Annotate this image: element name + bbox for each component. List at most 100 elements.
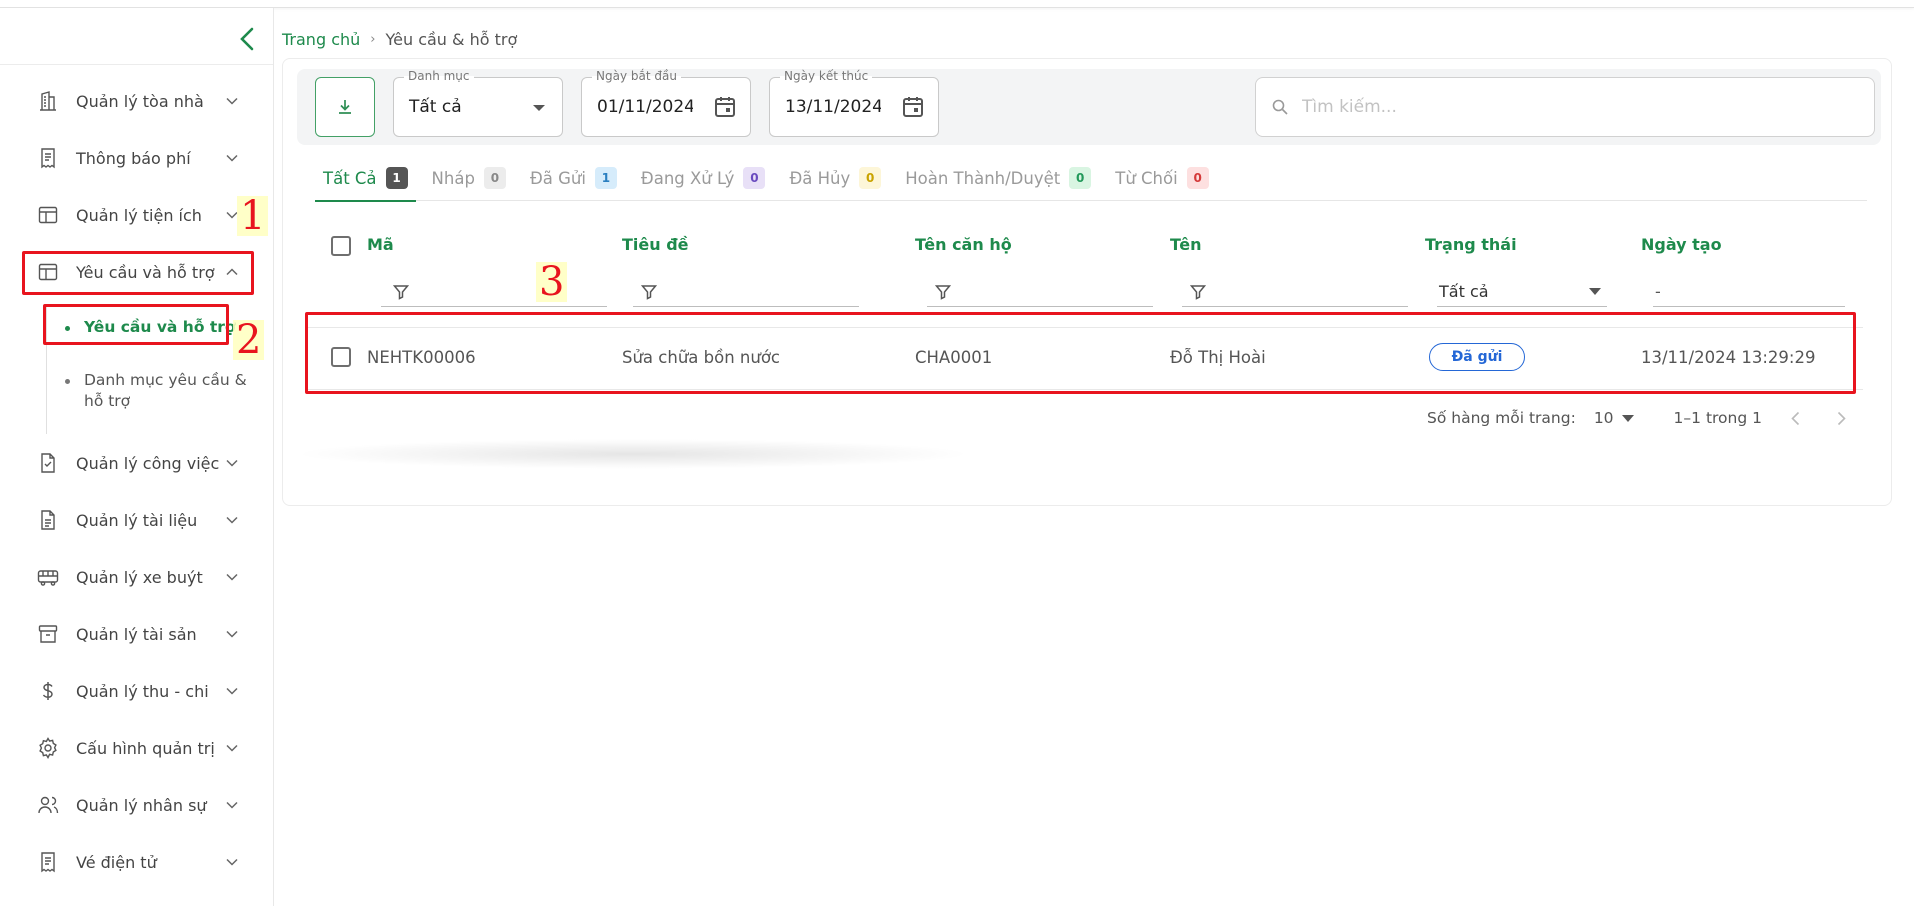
created-date-filter[interactable]: -	[1653, 277, 1845, 307]
column-header-apartment[interactable]: Tên căn hộ	[915, 235, 1012, 254]
collapse-sidebar-button[interactable]	[232, 22, 262, 56]
table-row[interactable]: NEHTK00006 Sửa chữa bồn nước CHA0001 Đỗ …	[307, 329, 1863, 387]
tab-sent[interactable]: Đã Gửi 1	[522, 155, 625, 201]
column-header-status[interactable]: Trạng thái	[1425, 235, 1517, 254]
column-header-created[interactable]: Ngày tạo	[1641, 235, 1722, 254]
sidebar-item-label: Yêu cầu và hỗ trợ	[76, 262, 215, 282]
submenu-item-requests-support[interactable]: Yêu cầu và hỗ trợ	[47, 317, 257, 338]
chevron-down-icon	[222, 624, 242, 644]
sidebar-item-tasks[interactable]: Quản lý công việc	[22, 440, 254, 486]
tab-label: Nháp	[431, 168, 475, 188]
chevron-down-icon	[222, 148, 242, 168]
dollar-icon	[36, 679, 60, 703]
tab-all[interactable]: Tất Cả 1	[315, 155, 416, 202]
end-date-field[interactable]: Ngày kết thúc 13/11/2024	[769, 69, 939, 137]
chevron-left-icon	[240, 27, 254, 51]
sidebar-item-admin-config[interactable]: Cấu hình quản trị	[22, 725, 254, 771]
gear-icon	[36, 736, 60, 760]
calendar-icon[interactable]	[714, 95, 736, 119]
sidebar-item-income-expense[interactable]: Quản lý thu - chi	[22, 668, 254, 714]
sidebar-item-fee-notice[interactable]: Thông báo phí	[22, 135, 254, 181]
cell-name: Đỗ Thị Hoài	[1170, 348, 1266, 367]
sidebar-divider	[0, 64, 273, 65]
rows-per-page-select[interactable]: 10	[1594, 409, 1634, 427]
end-date-value: 13/11/2024	[785, 97, 881, 117]
tab-count-badge: 0	[1186, 167, 1209, 189]
chevron-up-icon	[222, 262, 242, 282]
sidebar-item-documents[interactable]: Quản lý tài liệu	[22, 497, 254, 543]
sidebar: Quản lý tòa nhà Thông báo phí Quản lý ti…	[0, 8, 274, 906]
submenu-item-request-categories[interactable]: Danh mục yêu cầu & hỗ trợ	[47, 370, 257, 412]
users-icon	[36, 793, 60, 817]
filter-icon	[935, 284, 951, 300]
tab-label: Tất Cả	[323, 168, 377, 188]
sidebar-item-label: Cấu hình quản trị	[76, 738, 215, 758]
chevron-down-icon	[222, 852, 242, 872]
status-filter-value: Tất cả	[1439, 282, 1489, 301]
tab-label: Từ Chối	[1115, 168, 1178, 188]
sidebar-item-label: Quản lý thu - chi	[76, 681, 209, 701]
building-icon	[36, 89, 60, 113]
title-filter[interactable]	[633, 277, 859, 307]
tab-cancelled[interactable]: Đã Hủy 0	[781, 155, 889, 201]
status-filter-select[interactable]: Tất cả	[1437, 277, 1607, 307]
submenu-item-label: Yêu cầu và hỗ trợ	[84, 318, 236, 336]
start-date-field[interactable]: Ngày bắt đầu 01/11/2024	[581, 69, 751, 137]
created-date-filter-value: -	[1655, 282, 1661, 301]
column-header-code[interactable]: Mã	[367, 235, 394, 254]
category-select[interactable]: Danh mục Tất cả	[393, 69, 563, 137]
column-header-name[interactable]: Tên	[1170, 235, 1202, 254]
start-date-label: Ngày bắt đầu	[592, 69, 681, 83]
prev-page-button[interactable]	[1780, 403, 1810, 433]
chevron-down-icon	[222, 567, 242, 587]
tab-count-badge: 0	[1069, 167, 1092, 189]
download-button[interactable]	[315, 77, 375, 137]
select-all-checkbox[interactable]	[331, 236, 351, 256]
sidebar-item-label: Quản lý tài liệu	[76, 510, 198, 530]
search-box	[1255, 77, 1875, 137]
breadcrumb-current: Yêu cầu & hỗ trợ	[385, 30, 518, 49]
pagination: Số hàng mỗi trang: 10 1–1 trong 1	[1427, 403, 1856, 433]
tab-rejected[interactable]: Từ Chối 0	[1107, 155, 1216, 201]
rows-per-page-label: Số hàng mỗi trang:	[1427, 409, 1576, 427]
cell-title: Sửa chữa bồn nước	[622, 348, 780, 367]
apartment-filter[interactable]	[927, 277, 1153, 307]
cell-created: 13/11/2024 13:29:29	[1641, 348, 1816, 367]
sidebar-item-label: Quản lý tài sản	[76, 624, 197, 644]
chevron-left-icon	[1790, 411, 1799, 425]
sidebar-item-assets[interactable]: Quản lý tài sản	[22, 611, 254, 657]
tab-label: Đã Gửi	[529, 168, 586, 188]
sidebar-item-requests-support[interactable]: Yêu cầu và hỗ trợ	[22, 249, 254, 295]
chevron-down-icon	[222, 91, 242, 111]
tab-count-badge: 1	[594, 167, 617, 189]
row-checkbox[interactable]	[331, 347, 351, 367]
search-input[interactable]	[1302, 97, 1842, 117]
filter-icon	[1190, 284, 1206, 300]
sidebar-item-bus[interactable]: Quản lý xe buýt	[22, 554, 254, 600]
name-filter[interactable]	[1182, 277, 1408, 307]
chevron-down-icon	[222, 453, 242, 473]
next-page-button[interactable]	[1826, 403, 1856, 433]
tab-draft[interactable]: Nháp 0	[424, 155, 514, 201]
chevron-down-icon	[222, 795, 242, 815]
tab-processing[interactable]: Đang Xử Lý 0	[633, 155, 774, 201]
document-icon	[36, 508, 60, 532]
caret-down-icon	[1589, 288, 1601, 295]
tab-label: Đang Xử Lý	[640, 168, 735, 188]
sidebar-item-label: Quản lý tòa nhà	[76, 91, 204, 111]
code-filter[interactable]	[381, 277, 607, 307]
top-bar	[0, 0, 1914, 8]
caret-down-icon	[1621, 414, 1634, 422]
file-check-icon	[36, 451, 60, 475]
sidebar-item-hr[interactable]: Quản lý nhân sự	[22, 782, 254, 828]
submenu-item-label: Danh mục yêu cầu & hỗ trợ	[84, 371, 247, 410]
sidebar-item-more[interactable]	[22, 896, 254, 906]
layout-icon	[36, 203, 60, 227]
tab-completed[interactable]: Hoàn Thành/Duyệt 0	[897, 155, 1099, 201]
column-header-title[interactable]: Tiêu đề	[622, 235, 689, 254]
breadcrumb-home-link[interactable]: Trang chủ	[282, 30, 360, 49]
sidebar-item-utilities[interactable]: Quản lý tiện ích	[22, 192, 254, 238]
sidebar-item-e-ticket[interactable]: Vé điện tử	[22, 839, 254, 885]
sidebar-item-building[interactable]: Quản lý tòa nhà	[22, 78, 254, 124]
calendar-icon[interactable]	[902, 95, 924, 119]
